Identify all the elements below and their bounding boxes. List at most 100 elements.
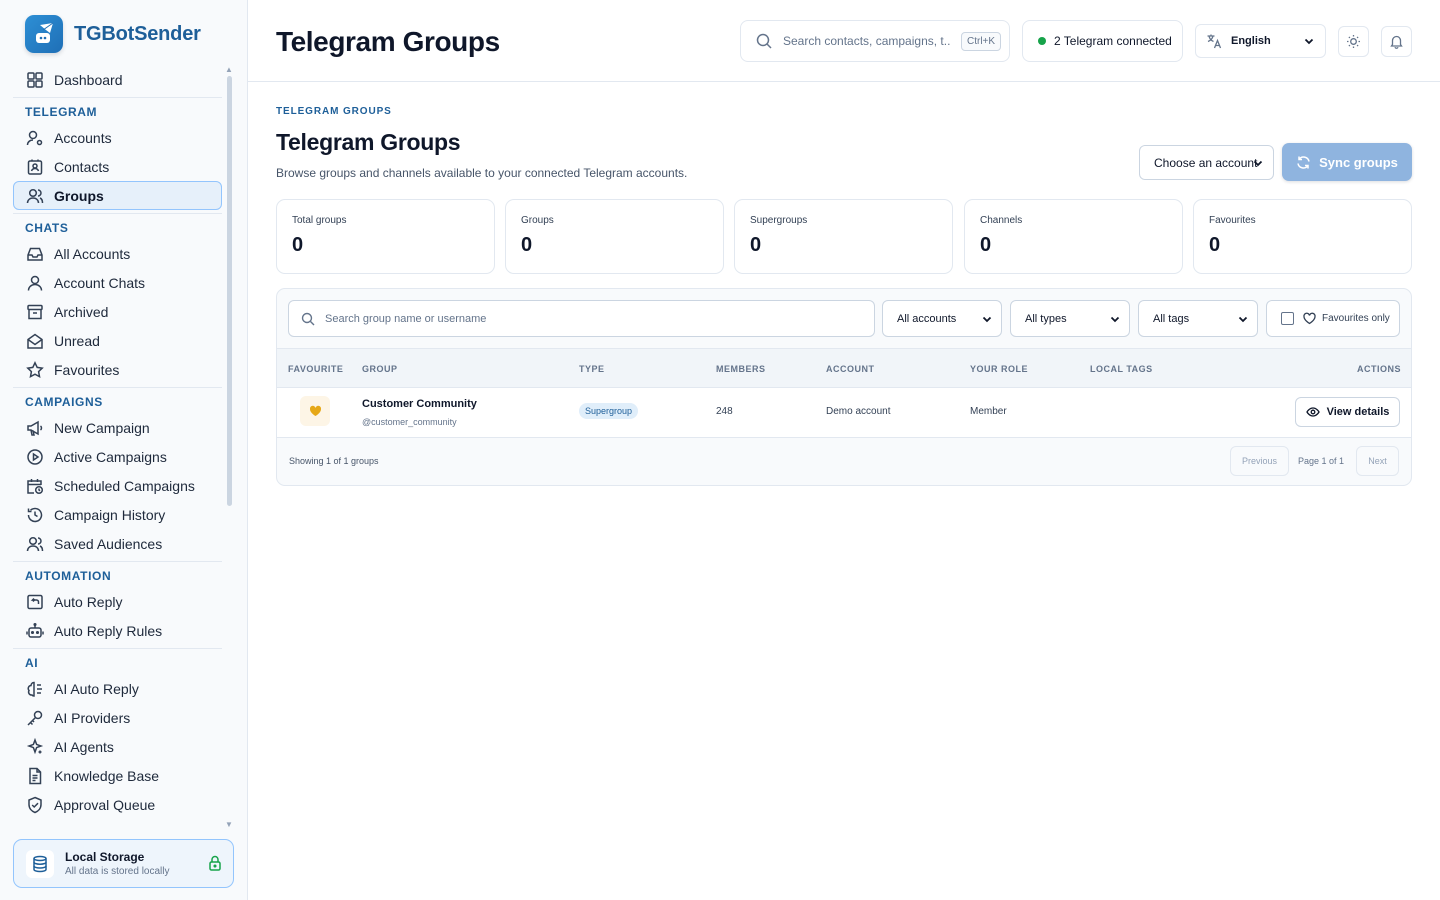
chevron-down-icon xyxy=(1238,316,1248,323)
favourite-toggle-button[interactable] xyxy=(300,396,330,426)
language-select[interactable]: English xyxy=(1195,24,1326,58)
brand[interactable]: TGBotSender xyxy=(25,15,201,53)
stat-label: Groups xyxy=(521,215,554,226)
translate-icon xyxy=(1207,34,1222,49)
sync-groups-button[interactable]: Sync groups xyxy=(1282,143,1412,181)
sidebar-item-scheduled-campaigns[interactable]: Scheduled Campaigns xyxy=(13,471,222,500)
chevron-down-icon xyxy=(982,316,992,323)
theme-toggle-button[interactable] xyxy=(1338,26,1369,57)
sidebar-item-accounts[interactable]: Accounts xyxy=(13,123,222,152)
sidebar-item-label: Active Campaigns xyxy=(54,448,167,465)
search-placeholder: Search contacts, campaigns, t... xyxy=(783,34,951,48)
account-select[interactable]: Choose an account xyxy=(1139,145,1274,180)
stat-value: 0 xyxy=(1209,234,1221,256)
sidebar-item-campaign-history[interactable]: Campaign History xyxy=(13,500,222,529)
sidebar-item-ai-providers[interactable]: AI Providers xyxy=(13,703,222,732)
dashboard-icon xyxy=(27,71,43,88)
heart-outline-icon xyxy=(1303,312,1316,325)
previous-page-label: Previous xyxy=(1241,456,1277,466)
sidebar-item-active-campaigns[interactable]: Active Campaigns xyxy=(13,442,222,471)
sidebar-scrollbar[interactable] xyxy=(227,76,232,506)
sidebar-item-label: Favourites xyxy=(54,361,120,378)
divider xyxy=(13,561,222,562)
stat-label: Supergroups xyxy=(750,215,808,226)
column-header-local-tags: LOCAL TAGS xyxy=(1090,364,1153,374)
user-cog-icon xyxy=(26,130,43,145)
storage-title: Local Storage xyxy=(65,850,145,864)
section-heading: Telegram Groups xyxy=(276,129,461,155)
local-storage-card[interactable]: Local Storage All data is stored locally xyxy=(13,839,234,888)
sync-groups-label: Sync groups xyxy=(1319,154,1398,170)
section-automation: AUTOMATION xyxy=(25,569,112,583)
stat-value: 0 xyxy=(980,234,992,256)
sidebar-item-knowledge-base[interactable]: Knowledge Base xyxy=(13,761,222,790)
sidebar-item-saved-audiences[interactable]: Saved Audiences xyxy=(13,529,222,558)
sidebar-item-dashboard[interactable]: Dashboard xyxy=(13,65,222,94)
users-icon xyxy=(26,536,44,551)
table-footer: Showing 1 of 1 groups Previous Page 1 of… xyxy=(277,438,1411,485)
sidebar-item-auto-reply-rules[interactable]: Auto Reply Rules xyxy=(13,616,222,645)
database-icon xyxy=(26,849,54,878)
ai-brain-icon xyxy=(27,681,42,697)
sidebar-item-favourites[interactable]: Favourites xyxy=(13,355,222,384)
scroll-down-arrow-icon[interactable]: ▼ xyxy=(225,820,233,829)
groups-panel: Search group name or username All accoun… xyxy=(276,288,1412,486)
favourites-only-toggle[interactable]: Favourites only xyxy=(1266,300,1400,337)
search-icon xyxy=(301,312,315,325)
sidebar-item-label: Dashboard xyxy=(54,71,123,88)
scroll-up-arrow-icon[interactable]: ▲ xyxy=(225,65,233,74)
divider xyxy=(13,387,222,388)
sidebar-item-label: AI Auto Reply xyxy=(54,680,139,697)
table-row[interactable]: Customer Community @customer_community S… xyxy=(277,388,1411,438)
account-select-value: Choose an account xyxy=(1154,155,1258,170)
notifications-button[interactable] xyxy=(1381,26,1412,57)
stat-label: Channels xyxy=(980,215,1023,226)
sidebar-item-account-chats[interactable]: Account Chats xyxy=(13,268,222,297)
stat-card-supergroups: Supergroups 0 xyxy=(734,199,953,274)
showing-count: Showing 1 of 1 groups xyxy=(289,456,379,466)
refresh-icon xyxy=(1297,155,1310,169)
group-search-input[interactable]: Search group name or username xyxy=(288,300,875,337)
sidebar-item-unread[interactable]: Unread xyxy=(13,326,222,355)
sidebar-item-ai-agents[interactable]: AI Agents xyxy=(13,732,222,761)
eye-icon xyxy=(1305,407,1320,417)
accounts-filter-value: All accounts xyxy=(897,312,957,325)
telegram-status-indicator[interactable]: 2 Telegram connected xyxy=(1022,20,1183,62)
sidebar-item-archived[interactable]: Archived xyxy=(13,297,222,326)
sidebar-item-contacts[interactable]: Contacts xyxy=(13,152,222,181)
sidebar-item-label: New Campaign xyxy=(54,419,150,436)
sidebar-item-label: Accounts xyxy=(54,129,112,146)
accounts-filter-select[interactable]: All accounts xyxy=(882,300,1002,337)
key-icon xyxy=(27,710,43,726)
view-details-button[interactable]: View details xyxy=(1295,397,1400,427)
types-filter-select[interactable]: All types xyxy=(1010,300,1130,337)
previous-page-button[interactable]: Previous xyxy=(1230,446,1289,476)
column-header-members: MEMBERS xyxy=(716,364,766,374)
sidebar-item-groups[interactable]: Groups xyxy=(13,181,222,210)
sidebar-item-label: Knowledge Base xyxy=(54,767,160,784)
bell-icon xyxy=(1390,35,1403,49)
sidebar-item-approval-queue[interactable]: Approval Queue xyxy=(13,790,222,819)
stat-value: 0 xyxy=(521,234,533,256)
sidebar-item-auto-reply[interactable]: Auto Reply xyxy=(13,587,222,616)
next-page-button[interactable]: Next xyxy=(1356,446,1399,476)
sidebar-item-label: Campaign History xyxy=(54,506,166,523)
sidebar-item-ai-auto-reply[interactable]: AI Auto Reply xyxy=(13,674,222,703)
tags-filter-select[interactable]: All tags xyxy=(1138,300,1258,337)
lock-icon xyxy=(208,855,222,871)
document-icon xyxy=(29,767,42,784)
contact-card-icon xyxy=(27,159,43,175)
calendar-clock-icon xyxy=(27,478,44,494)
sidebar-nav: Dashboard TELEGRAM Accounts Contacts Gro… xyxy=(13,65,222,827)
global-search-input[interactable]: Search contacts, campaigns, t... Ctrl+K xyxy=(740,20,1010,62)
status-dot-icon xyxy=(1038,37,1046,45)
sidebar-item-all-accounts[interactable]: All Accounts xyxy=(13,239,222,268)
column-header-group: GROUP xyxy=(362,364,398,374)
stat-label: Total groups xyxy=(292,215,347,226)
chevron-down-icon xyxy=(1304,38,1314,45)
divider xyxy=(13,213,222,214)
favourites-only-checkbox[interactable] xyxy=(1281,312,1294,325)
sidebar-item-new-campaign[interactable]: New Campaign xyxy=(13,413,222,442)
sidebar-item-label: All Accounts xyxy=(54,245,131,262)
group-name[interactable]: Customer Community xyxy=(362,398,477,410)
